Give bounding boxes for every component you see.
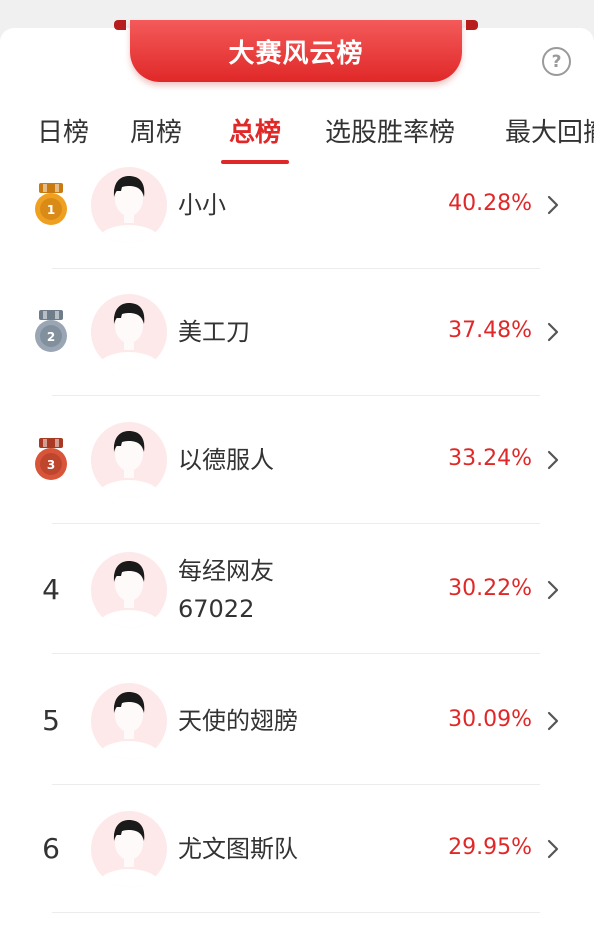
avatar[interactable] bbox=[91, 167, 167, 243]
tab-daily[interactable]: 日榜 bbox=[37, 112, 89, 149]
medal-rank-text: 1 bbox=[47, 203, 55, 217]
tab-bar: 日榜 周榜 总榜 选股胜率榜 最大回撤 bbox=[0, 108, 594, 168]
tab-max-drawdown[interactable]: 最大回撤 bbox=[505, 112, 594, 149]
user-name[interactable]: 天使的翅膀 bbox=[178, 702, 298, 740]
avatar[interactable] bbox=[91, 683, 167, 759]
rank-number: 5 bbox=[42, 704, 60, 737]
ribbon-wing-left bbox=[114, 20, 126, 30]
return-percent: 29.95% bbox=[448, 835, 532, 860]
return-percent: 33.24% bbox=[448, 446, 532, 471]
return-percent: 40.28% bbox=[448, 191, 532, 216]
medal-rank-text: 3 bbox=[47, 458, 55, 472]
avatar[interactable] bbox=[91, 422, 167, 498]
row-divider bbox=[52, 912, 540, 913]
chevron-right-icon[interactable] bbox=[545, 321, 561, 343]
row-divider bbox=[52, 523, 540, 524]
user-name[interactable]: 小小 bbox=[178, 186, 226, 224]
return-percent: 30.09% bbox=[448, 707, 532, 732]
ribbon-banner: 大赛风云榜 bbox=[130, 20, 462, 82]
tab-stock-win-rate[interactable]: 选股胜率榜 bbox=[325, 112, 455, 149]
avatar[interactable] bbox=[91, 811, 167, 887]
chevron-right-icon[interactable] bbox=[545, 710, 561, 732]
rank-number: 6 bbox=[42, 832, 60, 865]
bronze-medal-icon: 3 bbox=[34, 438, 68, 482]
silver-medal-icon: 2 bbox=[34, 310, 68, 354]
return-percent: 37.48% bbox=[448, 318, 532, 343]
user-name[interactable]: 美工刀 bbox=[178, 313, 250, 351]
chevron-right-icon[interactable] bbox=[545, 838, 561, 860]
page-title: 大赛风云榜 bbox=[228, 38, 364, 69]
row-divider bbox=[52, 784, 540, 785]
row-divider bbox=[52, 395, 540, 396]
user-name[interactable]: 尤文图斯队 bbox=[178, 830, 298, 868]
ribbon-wing-right bbox=[466, 20, 478, 30]
chevron-right-icon[interactable] bbox=[545, 579, 561, 601]
chevron-right-icon[interactable] bbox=[545, 449, 561, 471]
rank-number: 4 bbox=[42, 573, 60, 606]
tab-overall[interactable]: 总榜 bbox=[229, 112, 281, 149]
help-icon[interactable]: ? bbox=[542, 47, 571, 76]
row-divider bbox=[52, 268, 540, 269]
chevron-right-icon[interactable] bbox=[545, 194, 561, 216]
user-name[interactable]: 每经网友 67022 bbox=[178, 552, 274, 628]
gold-medal-icon: 1 bbox=[34, 183, 68, 227]
avatar[interactable] bbox=[91, 294, 167, 370]
medal-rank-text: 2 bbox=[47, 330, 55, 344]
active-tab-indicator bbox=[221, 160, 289, 164]
avatar[interactable] bbox=[91, 552, 167, 628]
user-name[interactable]: 以德服人 bbox=[178, 441, 274, 479]
row-divider bbox=[52, 653, 540, 654]
return-percent: 30.22% bbox=[448, 576, 532, 601]
help-symbol: ? bbox=[551, 51, 562, 72]
tab-weekly[interactable]: 周榜 bbox=[130, 112, 182, 149]
title-ribbon: 大赛风云榜 bbox=[114, 18, 478, 84]
